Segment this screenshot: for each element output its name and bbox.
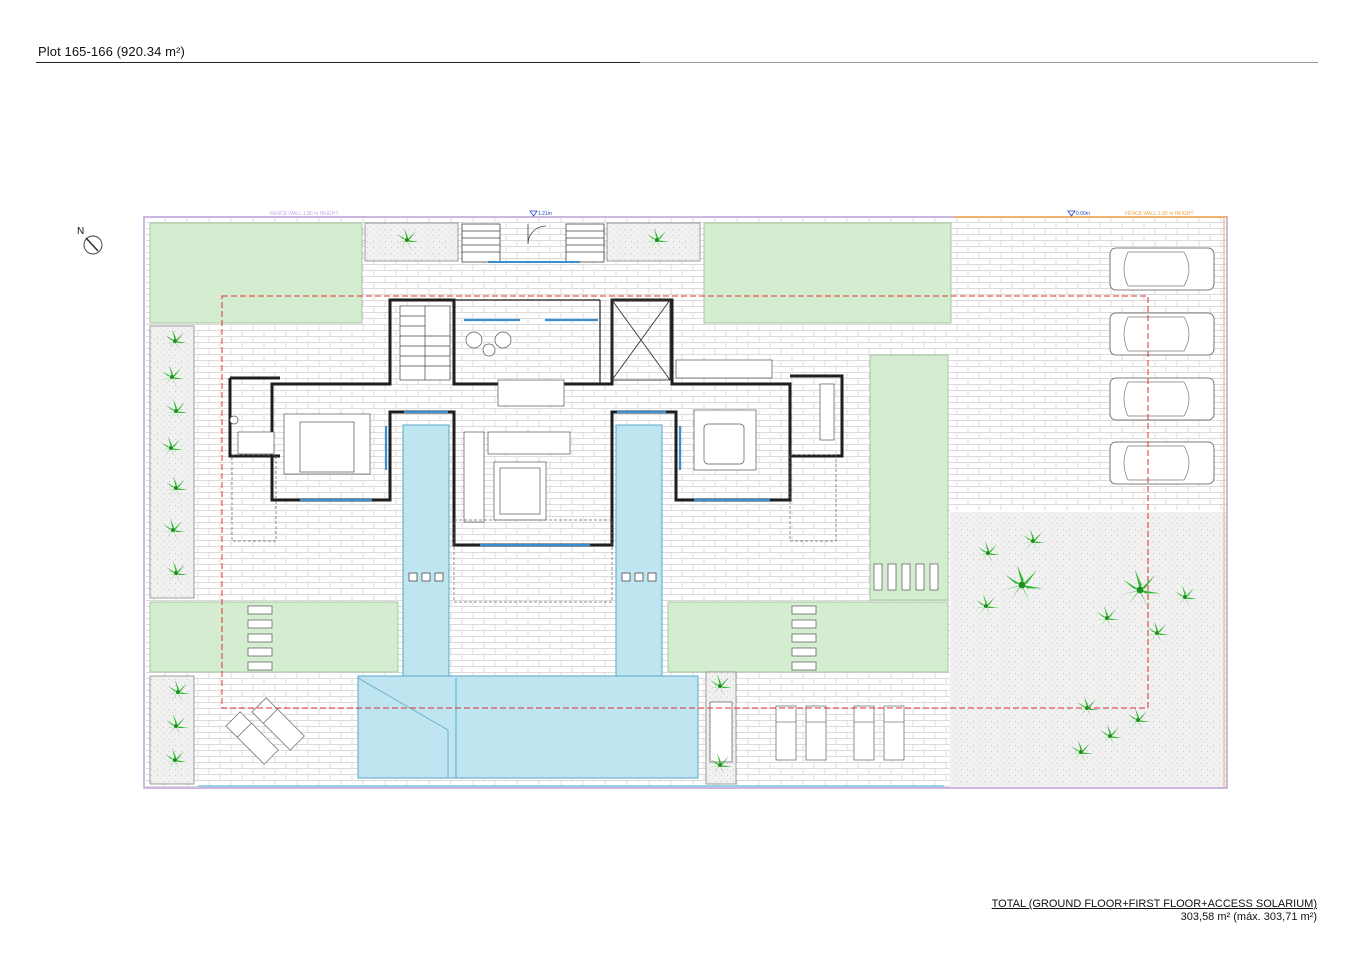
fence-label-left: FENCE WALL 1.80 m HEIGHT [270,211,339,217]
fence-label-right: FENCE WALL 1.80 m HEIGHT [1125,211,1194,217]
area-summary: TOTAL (GROUND FLOOR+FIRST FLOOR+ACCESS S… [992,898,1317,924]
total-value: 303,58 m² (máx. 303,71 m²) [1180,911,1317,923]
level-right: 0.00m [1076,211,1090,217]
total-label: TOTAL (GROUND FLOOR+FIRST FLOOR+ACCESS S… [991,898,1317,910]
level-marker-right [1067,210,1076,217]
level-center: 1.21m [538,211,552,217]
level-marker-center [529,210,538,217]
gravel-garden [950,512,1226,787]
internal-stairs [399,305,451,381]
floor-plan: FENCE WALL 1.80 m HEIGHT FENCE WALL 1.80… [77,210,1228,789]
north-label: N [77,226,84,237]
